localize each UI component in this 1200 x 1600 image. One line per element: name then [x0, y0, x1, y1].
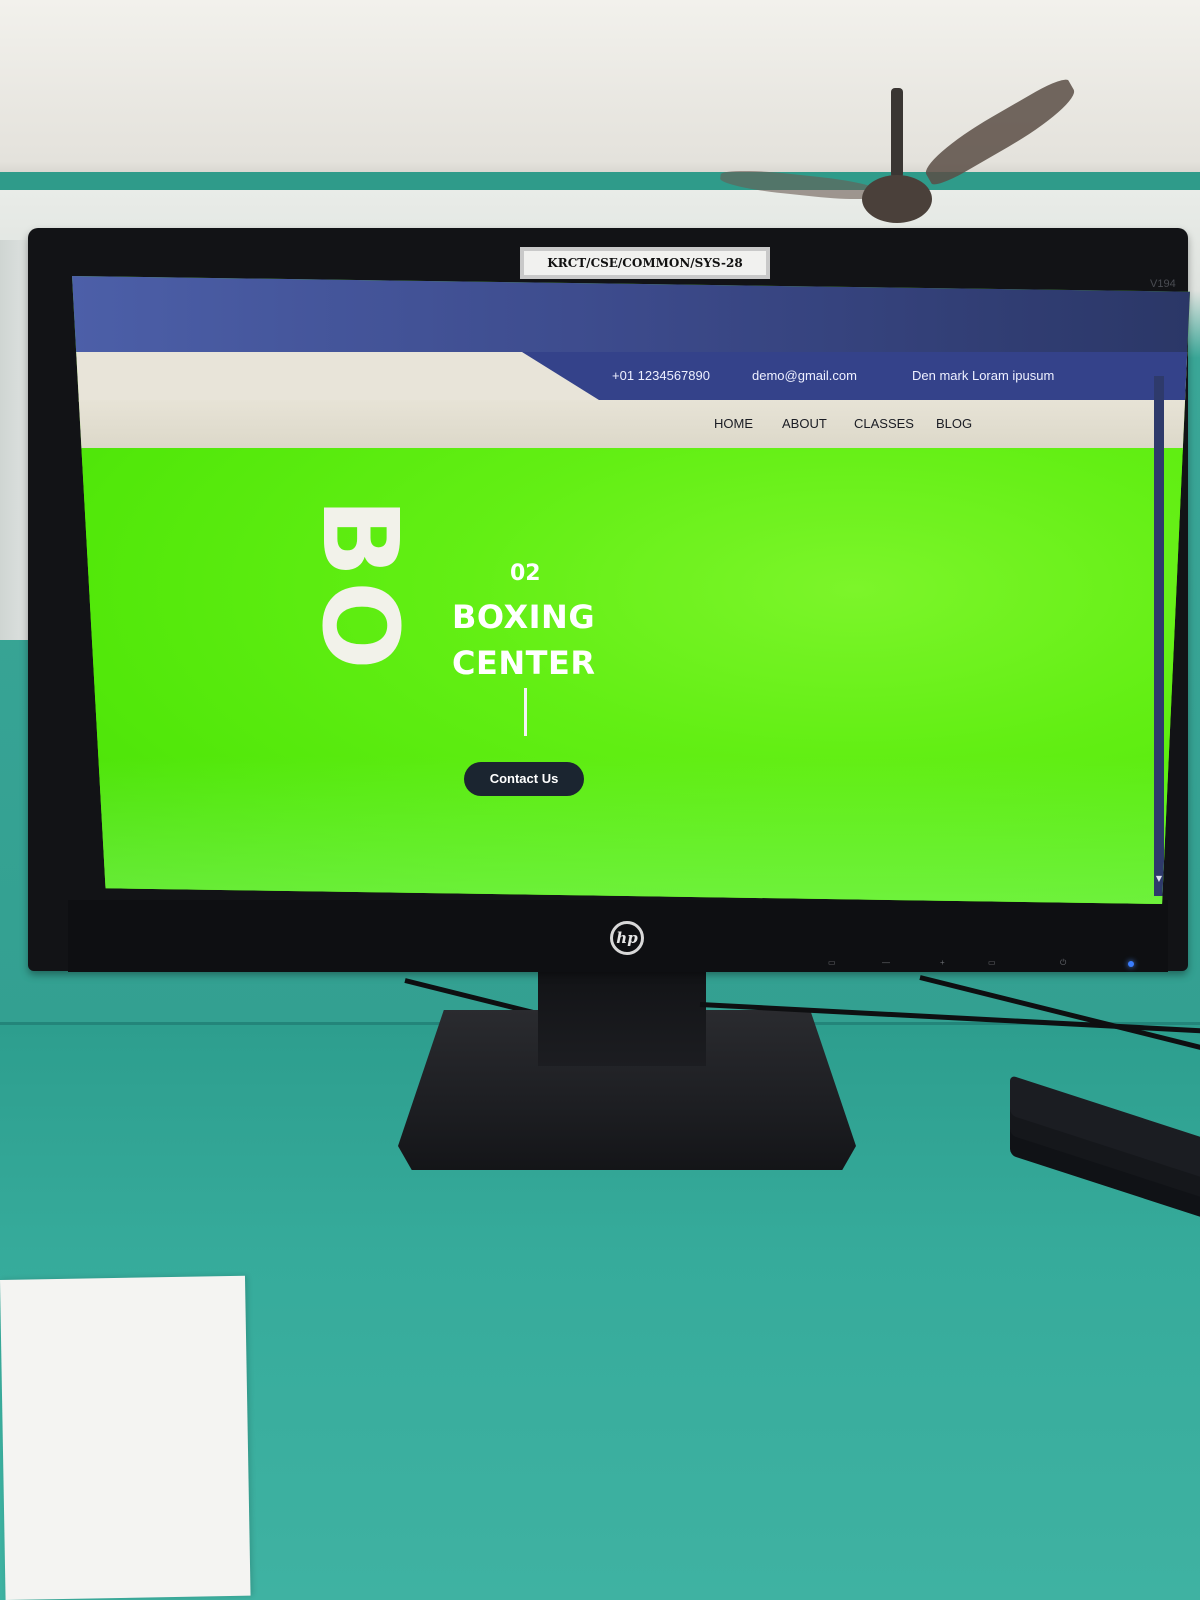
scroll-down-icon[interactable]: ▼ [1154, 874, 1164, 884]
ceiling-fan-rod [891, 88, 903, 178]
screen: +01 1234567890 demo@gmail.com Den mark L… [72, 276, 1190, 904]
hp-logo-icon: hp [610, 921, 644, 955]
nav-home[interactable]: HOME [714, 416, 753, 431]
contact-us-button[interactable]: Contact Us [464, 762, 584, 796]
hero-divider [524, 688, 527, 736]
monitor-button-icon[interactable]: + [940, 958, 945, 967]
ceiling-fan-hub [862, 175, 932, 223]
nav-about[interactable]: ABOUT [782, 416, 827, 431]
scrollbar[interactable] [1154, 376, 1164, 896]
ceiling [0, 0, 1200, 190]
paper-sheet [0, 1275, 251, 1600]
nav-bar [72, 400, 1190, 450]
power-led [1128, 961, 1134, 967]
slide-number: 02 [510, 561, 541, 586]
asset-label: KRCT/CSE/COMMON/SYS-28 [520, 247, 770, 279]
monitor-button-icon[interactable]: — [882, 958, 890, 967]
monitor-model: V194 [1150, 278, 1176, 290]
email-address[interactable]: demo@gmail.com [752, 368, 857, 383]
phone-number[interactable]: +01 1234567890 [612, 368, 710, 383]
nav-classes[interactable]: CLASSES [854, 416, 914, 431]
hero-title-line: BOXING [452, 598, 596, 636]
wall-trim [0, 172, 1200, 190]
monitor-button-icon[interactable]: ▭ [828, 958, 836, 967]
power-button-icon[interactable]: ⏻ [1060, 958, 1066, 968]
address-text: Den mark Loram ipusum [912, 368, 1055, 383]
hero-sheen [72, 756, 1190, 904]
monitor-stand-neck [538, 970, 706, 1066]
nav-blog[interactable]: BLOG [936, 416, 972, 431]
hero-watermark: BO [299, 498, 421, 674]
hero-title: BOXING CENTER [452, 594, 752, 686]
hero-title-line: CENTER [452, 644, 596, 682]
monitor-button-icon[interactable]: ▭ [988, 958, 996, 967]
